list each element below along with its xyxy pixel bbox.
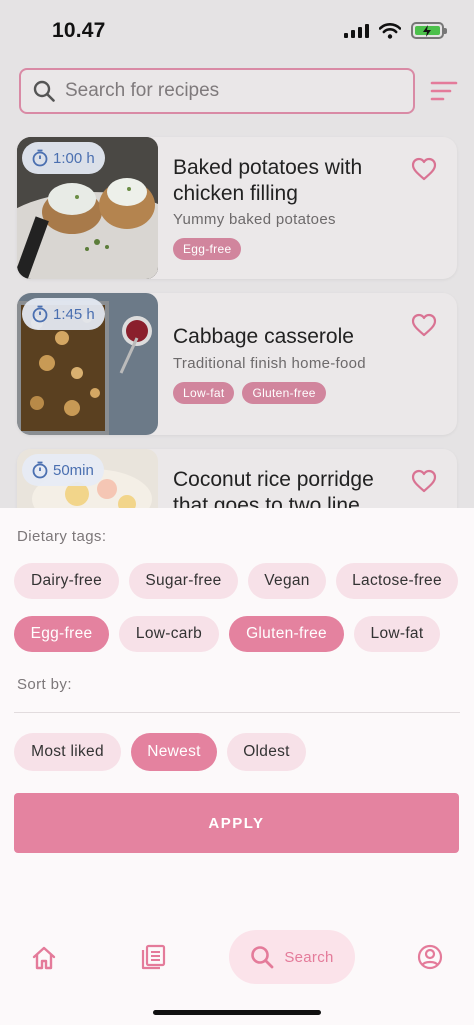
recipe-card[interactable]: 1:00 h Baked potatoes with chicken filli… [17, 137, 457, 279]
recipe-title: Cabbage casserole [173, 325, 354, 348]
cook-time-badge: 1:45 h [22, 298, 105, 330]
sort-chip-oldest[interactable]: Oldest [227, 733, 306, 771]
favorite-heart-icon[interactable] [411, 469, 437, 493]
battery-icon [411, 22, 447, 39]
filter-chip-low-fat[interactable]: Low-fat [354, 616, 440, 652]
status-icons [344, 22, 447, 39]
apply-button[interactable]: APPLY [14, 793, 459, 853]
recipe-title: Baked potatoes with chicken filling [173, 156, 363, 205]
recipe-subtitle: Traditional finish home-food [173, 355, 366, 372]
dietary-tag: Gluten-free [242, 382, 326, 404]
filter-chip-sugar-free[interactable]: Sugar-free [129, 563, 238, 599]
nav-search[interactable]: Search [229, 930, 355, 984]
favorite-heart-icon[interactable] [411, 313, 437, 337]
cook-time-badge: 1:00 h [22, 142, 105, 174]
nav-home[interactable] [30, 944, 58, 972]
search-bar[interactable] [19, 68, 415, 114]
nav-recipes[interactable] [139, 943, 167, 971]
favorite-heart-icon[interactable] [411, 157, 437, 181]
recipe-tags: Low-fat Gluten-free [173, 382, 326, 404]
recipe-tags: Egg-free [173, 238, 242, 260]
recipes-list-icon [141, 944, 166, 970]
profile-icon [417, 944, 443, 970]
recipe-image-baked-potatoes: 1:00 h [17, 137, 158, 279]
dietary-tags-label: Dietary tags: [17, 528, 107, 545]
cook-time: 1:45 h [53, 305, 95, 323]
home-icon [32, 946, 56, 970]
cook-time-badge: 50min [22, 454, 104, 486]
sort-chip-most-liked[interactable]: Most liked [14, 733, 121, 771]
filter-chip-dairy-free[interactable]: Dairy-free [14, 563, 119, 599]
search-icon [251, 946, 274, 969]
nav-profile[interactable] [416, 943, 444, 971]
dietary-tag: Egg-free [173, 238, 242, 260]
dietary-tag: Low-fat [173, 382, 235, 404]
wifi-icon [379, 22, 401, 39]
cook-time: 1:00 h [53, 149, 95, 167]
sort-chip-newest[interactable]: Newest [131, 733, 217, 771]
filter-chip-vegan[interactable]: Vegan [248, 563, 326, 599]
status-bar: 10.47 [0, 0, 474, 62]
stopwatch-icon [32, 149, 48, 167]
cook-time: 50min [53, 461, 94, 479]
filter-chip-low-carb[interactable]: Low-carb [119, 616, 219, 652]
search-input[interactable] [65, 80, 395, 102]
nav-search-label: Search [284, 948, 334, 966]
home-indicator [153, 1010, 321, 1015]
recipe-subtitle: Yummy baked potatoes [173, 211, 336, 228]
divider [14, 712, 460, 713]
stopwatch-icon [32, 305, 48, 323]
sort-by-label: Sort by: [17, 676, 72, 693]
recipe-card[interactable]: 1:45 h Cabbage casserole Traditional fin… [17, 293, 457, 435]
cellular-signal-icon [344, 23, 369, 38]
filter-chip-lactose-free[interactable]: Lactose-free [336, 563, 458, 599]
status-time: 10.47 [52, 19, 106, 42]
stopwatch-icon [32, 461, 48, 479]
recipe-image-cabbage-casserole: 1:45 h [17, 293, 158, 435]
filter-chip-egg-free[interactable]: Egg-free [14, 616, 109, 652]
filter-chip-gluten-free[interactable]: Gluten-free [229, 616, 344, 652]
search-icon [33, 80, 55, 102]
filter-sort-icon[interactable] [430, 80, 458, 102]
